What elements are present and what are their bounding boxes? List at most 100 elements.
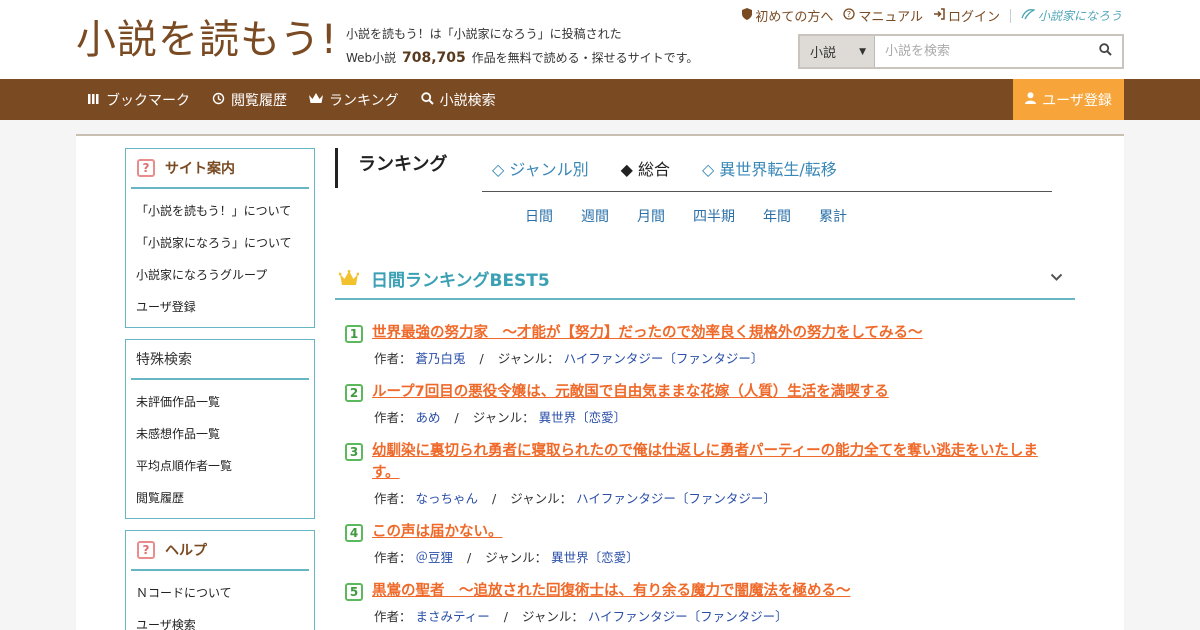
genre-link[interactable]: ハイファンタジー〔ファンタジー〕 — [564, 351, 764, 366]
best5-header[interactable]: 日間ランキングBEST5 — [335, 258, 1075, 300]
tab-isekai[interactable]: ◇ 異世界転生/転移 — [702, 150, 837, 190]
sidebar-item-history[interactable]: 閲覧履歴 — [136, 482, 309, 514]
site-logo[interactable]: 小説を読もう! — [76, 14, 338, 66]
list-item: 4 この声は届かない。 作者： ＠豆狸 / ジャンル： 異世界〔恋愛〕 — [345, 521, 1065, 566]
crown-icon — [339, 268, 361, 288]
genre-link[interactable]: ハイファンタジー〔ファンタジー〕 — [588, 609, 788, 624]
genre-link[interactable]: 異世界〔恋愛〕 — [551, 550, 639, 565]
sidebar-item-avg-score-authors[interactable]: 平均点順作者一覧 — [136, 450, 309, 482]
author-link[interactable]: なっちゃん — [416, 491, 479, 506]
tagline-line-2: Web小説 708,705 作品を無料で読める・探せるサイトです。 — [346, 46, 698, 70]
first-time-link[interactable]: 初めての方へ — [742, 6, 833, 25]
nav-history-label: 閲覧履歴 — [231, 92, 287, 109]
author-link[interactable]: あめ — [416, 410, 441, 425]
sidebar-item-user-register[interactable]: ユーザ登録 — [136, 291, 309, 323]
login-link[interactable]: ログイン — [933, 6, 1000, 25]
genre-label: ジャンル： — [521, 609, 584, 624]
separator: / — [454, 410, 459, 425]
sidebar-special-title: 特殊検索 — [136, 352, 192, 368]
novel-title: 世界最強の努力家 〜才能が【努力】だったので効率良く規格外の努力をしてみる〜 — [372, 325, 923, 341]
nav-bookmark[interactable]: ブックマーク — [88, 90, 190, 110]
narou-logo-icon — [1021, 8, 1036, 23]
sidebar-guide-title: サイト案内 — [165, 161, 235, 177]
search-bar: 小説 ▼ — [798, 34, 1124, 69]
ranking-list: 1 世界最強の努力家 〜才能が【努力】だったので効率良く規格外の努力をしてみる〜… — [345, 322, 1065, 630]
bookmark-icon — [88, 93, 100, 107]
novel-meta: 作者： 蒼乃白兎 / ジャンル： ハイファンタジー〔ファンタジー〕 — [345, 348, 1065, 367]
search-icon — [1098, 43, 1112, 60]
tab-genre[interactable]: ◇ ジャンル別 — [492, 150, 589, 190]
chevron-down-icon[interactable] — [1050, 270, 1063, 286]
rank-number-badge: 5 — [345, 583, 363, 601]
period-daily[interactable]: 日間 — [525, 206, 553, 226]
question-icon: ? — [137, 541, 155, 559]
novel-title-link[interactable]: 2 ループ7回目の悪役令嬢は、元敵国で自由気ままな花嫁（人質）生活を満喫する — [345, 381, 1065, 403]
sidebar-item-no-review[interactable]: 未感想作品一覧 — [136, 418, 309, 450]
novel-title: 幼馴染に裏切られ勇者に寝取られたので俺は仕返しに勇者パーティーの能力全てを奪い逃… — [372, 443, 1038, 481]
question-icon: ? — [137, 159, 155, 177]
sidebar-special-search: 特殊検索 未評価作品一覧 未感想作品一覧 平均点順作者一覧 閲覧履歴 — [125, 339, 315, 519]
author-label: 作者： — [374, 351, 412, 366]
nav-search-label: 小説検索 — [439, 92, 496, 109]
novel-title: この声は届かない。 — [372, 524, 503, 540]
author-label: 作者： — [374, 609, 412, 624]
author-link[interactable]: ＠豆狸 — [416, 550, 454, 565]
novel-title-link[interactable]: 3 幼馴染に裏切られ勇者に寝取られたので俺は仕返しに勇者パーティーの能力全てを奪… — [345, 440, 1065, 484]
login-icon — [933, 7, 945, 24]
search-icon — [420, 91, 434, 108]
period-weekly[interactable]: 週間 — [581, 206, 609, 226]
genre-link[interactable]: ハイファンタジー〔ファンタジー〕 — [576, 491, 776, 506]
tagline-suffix: 作品を無料で読める・探せるサイトです。 — [471, 51, 699, 65]
register-label: ユーザ登録 — [1042, 92, 1112, 109]
narou-logo-link[interactable]: 小説家になろう — [1021, 7, 1122, 24]
tab-overall[interactable]: ◆ 総合 — [621, 150, 670, 190]
register-button[interactable]: ユーザ登録 — [1013, 79, 1124, 120]
manual-label: マニュアル — [858, 10, 923, 25]
novel-meta: 作者： ＠豆狸 / ジャンル： 異世界〔恋愛〕 — [345, 547, 1065, 566]
site-header: 小説を読もう! 小説を読もう！は「小説家になろう」に投稿された Web小説 70… — [0, 0, 1200, 79]
novel-meta: 作者： あめ / ジャンル： 異世界〔恋愛〕 — [345, 407, 1065, 426]
novel-title-link[interactable]: 1 世界最強の努力家 〜才能が【努力】だったので効率良く規格外の努力をしてみる〜 — [345, 322, 1065, 344]
rank-number-badge: 3 — [345, 443, 363, 461]
period-total[interactable]: 累計 — [819, 206, 847, 226]
novel-title: 黒鴬の聖者 〜追放された回復術士は、有り余る魔力で闇魔法を極める〜 — [372, 583, 851, 599]
login-label: ログイン — [947, 10, 1000, 25]
sidebar-item-unrated[interactable]: 未評価作品一覧 — [136, 386, 309, 418]
manual-link[interactable]: ? マニュアル — [843, 6, 923, 25]
nav-bookmark-label: ブックマーク — [106, 92, 190, 109]
period-monthly[interactable]: 月間 — [637, 206, 665, 226]
narou-logo-label: 小説家になろう — [1037, 9, 1122, 23]
separator: / — [479, 351, 484, 366]
sidebar-item-about-narou[interactable]: 「小説家になろう」について — [136, 227, 309, 259]
novel-title-link[interactable]: 5 黒鴬の聖者 〜追放された回復術士は、有り余る魔力で闇魔法を極める〜 — [345, 580, 1065, 602]
divider — [1009, 8, 1011, 23]
period-quarterly[interactable]: 四半期 — [693, 206, 735, 226]
main-nav: ブックマーク 閲覧履歴 ランキング 小説検索 ユーザ登録 — [0, 79, 1200, 120]
period-yearly[interactable]: 年間 — [763, 206, 791, 226]
rank-number-badge: 1 — [345, 325, 363, 343]
sidebar-item-ncode[interactable]: Ｎコードについて — [136, 577, 309, 609]
novel-title-link[interactable]: 4 この声は届かない。 — [345, 521, 1065, 543]
ranking-title: ランキング — [335, 148, 447, 188]
genre-link[interactable]: 異世界〔恋愛〕 — [539, 410, 627, 425]
nav-history[interactable]: 閲覧履歴 — [212, 90, 287, 110]
list-item: 3 幼馴染に裏切られ勇者に寝取られたので俺は仕返しに勇者パーティーの能力全てを奪… — [345, 440, 1065, 507]
sidebar-item-narou-group[interactable]: 小説家になろうグループ — [136, 259, 309, 291]
author-label: 作者： — [374, 491, 412, 506]
author-link[interactable]: 蒼乃白兎 — [416, 351, 466, 366]
nav-ranking[interactable]: ランキング — [309, 90, 399, 110]
genre-label: ジャンル： — [510, 491, 573, 506]
svg-text:?: ? — [847, 10, 851, 19]
nav-search[interactable]: 小説検索 — [420, 90, 496, 110]
sidebar-item-user-search[interactable]: ユーザ検索 — [136, 609, 309, 630]
rank-number-badge: 2 — [345, 384, 363, 402]
nav-ranking-label: ランキング — [329, 92, 399, 109]
search-button[interactable] — [1088, 36, 1122, 67]
search-scope-select[interactable]: 小説 ▼ — [800, 36, 875, 67]
novel-meta: 作者： まさみティー / ジャンル： ハイファンタジー〔ファンタジー〕 — [345, 606, 1065, 625]
search-input[interactable] — [875, 36, 1088, 67]
sidebar-help-title: ヘルプ — [165, 543, 207, 559]
author-link[interactable]: まさみティー — [416, 609, 490, 624]
genre-label: ジャンル： — [472, 410, 535, 425]
sidebar-item-about-yomou[interactable]: 「小説を読もう！」について — [136, 195, 309, 227]
